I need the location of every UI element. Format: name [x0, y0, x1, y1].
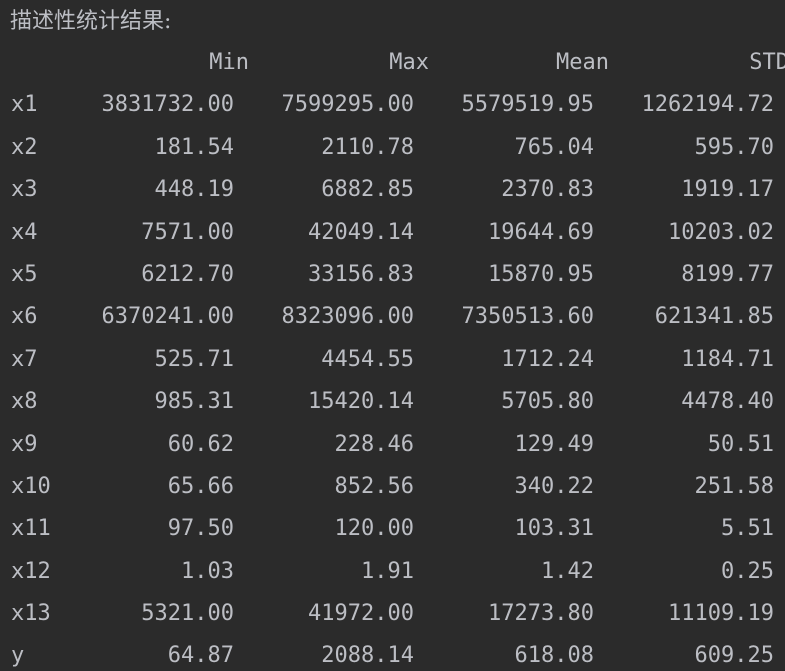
table-body: x1 3831732.00 7599295.00 5579519.95 1262194.… [0, 84, 785, 671]
table-row: y 64.87 2088.14 618.08 609.25 [0, 635, 785, 671]
row-label: x8 [11, 389, 38, 415]
row-label: y [11, 643, 25, 669]
cell-min: 5321.00 [141, 601, 234, 627]
cell-max: 42049.14 [308, 219, 414, 245]
row-label: x10 [11, 473, 51, 499]
cell-std: 0.25 [721, 558, 774, 584]
cell-mean: 618.08 [514, 643, 594, 669]
row-label: x1 [11, 92, 38, 118]
row-label: x3 [11, 177, 38, 203]
cell-max: 15420.14 [308, 389, 414, 415]
cell-max: 33156.83 [308, 261, 414, 287]
table-row: x12 1.03 1.91 1.42 0.25 [0, 551, 785, 593]
cell-std: 50.51 [707, 431, 774, 457]
cell-max: 852.56 [334, 473, 414, 499]
row-label: x5 [11, 261, 38, 287]
cell-min: 6370241.00 [101, 304, 234, 330]
cell-mean: 19644.69 [488, 219, 594, 245]
cell-max: 1.91 [361, 558, 414, 584]
row-label: x12 [11, 558, 51, 584]
cell-max: 4454.55 [321, 346, 414, 372]
cell-max: 228.46 [334, 431, 414, 457]
table-row: x8 985.31 15420.14 5705.80 4478.40 [0, 381, 785, 423]
cell-mean: 1.42 [541, 558, 594, 584]
cell-max: 6882.85 [321, 177, 414, 203]
table-row: x6 6370241.00 8323096.00 7350513.60 621341.8… [0, 296, 785, 338]
cell-max: 41972.00 [308, 601, 414, 627]
cell-std: 621341.85 [654, 304, 774, 330]
cell-std: 595.70 [694, 134, 774, 160]
cell-std: 5.51 [721, 516, 774, 542]
row-label: x6 [11, 304, 38, 330]
column-header-min: Min [209, 50, 249, 75]
output-title: 描述性统计结果: [10, 9, 172, 34]
cell-std: 251.58 [694, 473, 774, 499]
cell-min: 6212.70 [141, 261, 234, 287]
cell-max: 8323096.00 [281, 304, 414, 330]
cell-min: 181.54 [154, 134, 234, 160]
column-header-std: STD [749, 50, 785, 75]
cell-max: 7599295.00 [281, 92, 414, 118]
table-row: x1 3831732.00 7599295.00 5579519.95 1262194.… [0, 84, 785, 126]
cell-std: 609.25 [694, 643, 774, 669]
cell-std: 10203.02 [668, 219, 774, 245]
cell-min: 1.03 [181, 558, 234, 584]
cell-max: 2088.14 [321, 643, 414, 669]
table-row: x13 5321.00 41972.00 17273.80 11109.19 [0, 593, 785, 635]
cell-std: 4478.40 [681, 389, 774, 415]
statistics-table: Min Max Mean STD x1 3831732.00 7599295.00 5… [0, 42, 785, 671]
cell-mean: 15870.95 [488, 261, 594, 287]
table-row: x9 60.62 228.46 129.49 50.51 [0, 424, 785, 466]
column-header-mean: Mean [556, 50, 609, 75]
cell-min: 97.50 [167, 516, 234, 542]
table-header-row: Min Max Mean STD [0, 42, 785, 84]
cell-min: 3831732.00 [101, 92, 234, 118]
cell-min: 525.71 [154, 346, 234, 372]
column-header-max: Max [389, 50, 429, 75]
cell-mean: 129.49 [514, 431, 594, 457]
cell-mean: 103.31 [514, 516, 594, 542]
cell-mean: 7350513.60 [461, 304, 594, 330]
cell-mean: 17273.80 [488, 601, 594, 627]
cell-std: 11109.19 [668, 601, 774, 627]
table-row: x3 448.19 6882.85 2370.83 1919.17 [0, 169, 785, 211]
table-row: x11 97.50 120.00 103.31 5.51 [0, 508, 785, 550]
cell-mean: 5705.80 [501, 389, 594, 415]
cell-mean: 5579519.95 [461, 92, 594, 118]
row-label: x9 [11, 431, 38, 457]
cell-mean: 1712.24 [501, 346, 594, 372]
cell-min: 60.62 [167, 431, 234, 457]
table-row: x5 6212.70 33156.83 15870.95 8199.77 [0, 254, 785, 296]
table-row: x2 181.54 2110.78 765.04 595.70 [0, 127, 785, 169]
row-label: x2 [11, 134, 38, 160]
cell-mean: 765.04 [514, 134, 594, 160]
cell-min: 985.31 [154, 389, 234, 415]
row-label: x7 [11, 346, 38, 372]
cell-min: 64.87 [167, 643, 234, 669]
cell-min: 65.66 [167, 473, 234, 499]
cell-max: 120.00 [334, 516, 414, 542]
row-label: x11 [11, 516, 51, 542]
table-row: x4 7571.00 42049.14 19644.69 10203.02 [0, 212, 785, 254]
table-row: x10 65.66 852.56 340.22 251.58 [0, 466, 785, 508]
table-row: x7 525.71 4454.55 1712.24 1184.71 [0, 339, 785, 381]
cell-min: 448.19 [154, 177, 234, 203]
cell-min: 7571.00 [141, 219, 234, 245]
cell-mean: 2370.83 [501, 177, 594, 203]
cell-std: 1184.71 [681, 346, 774, 372]
row-label: x4 [11, 219, 38, 245]
cell-std: 1919.17 [681, 177, 774, 203]
cell-std: 1262194.72 [641, 92, 774, 118]
cell-std: 8199.77 [681, 261, 774, 287]
cell-max: 2110.78 [321, 134, 414, 160]
cell-mean: 340.22 [514, 473, 594, 499]
row-label: x13 [11, 601, 51, 627]
